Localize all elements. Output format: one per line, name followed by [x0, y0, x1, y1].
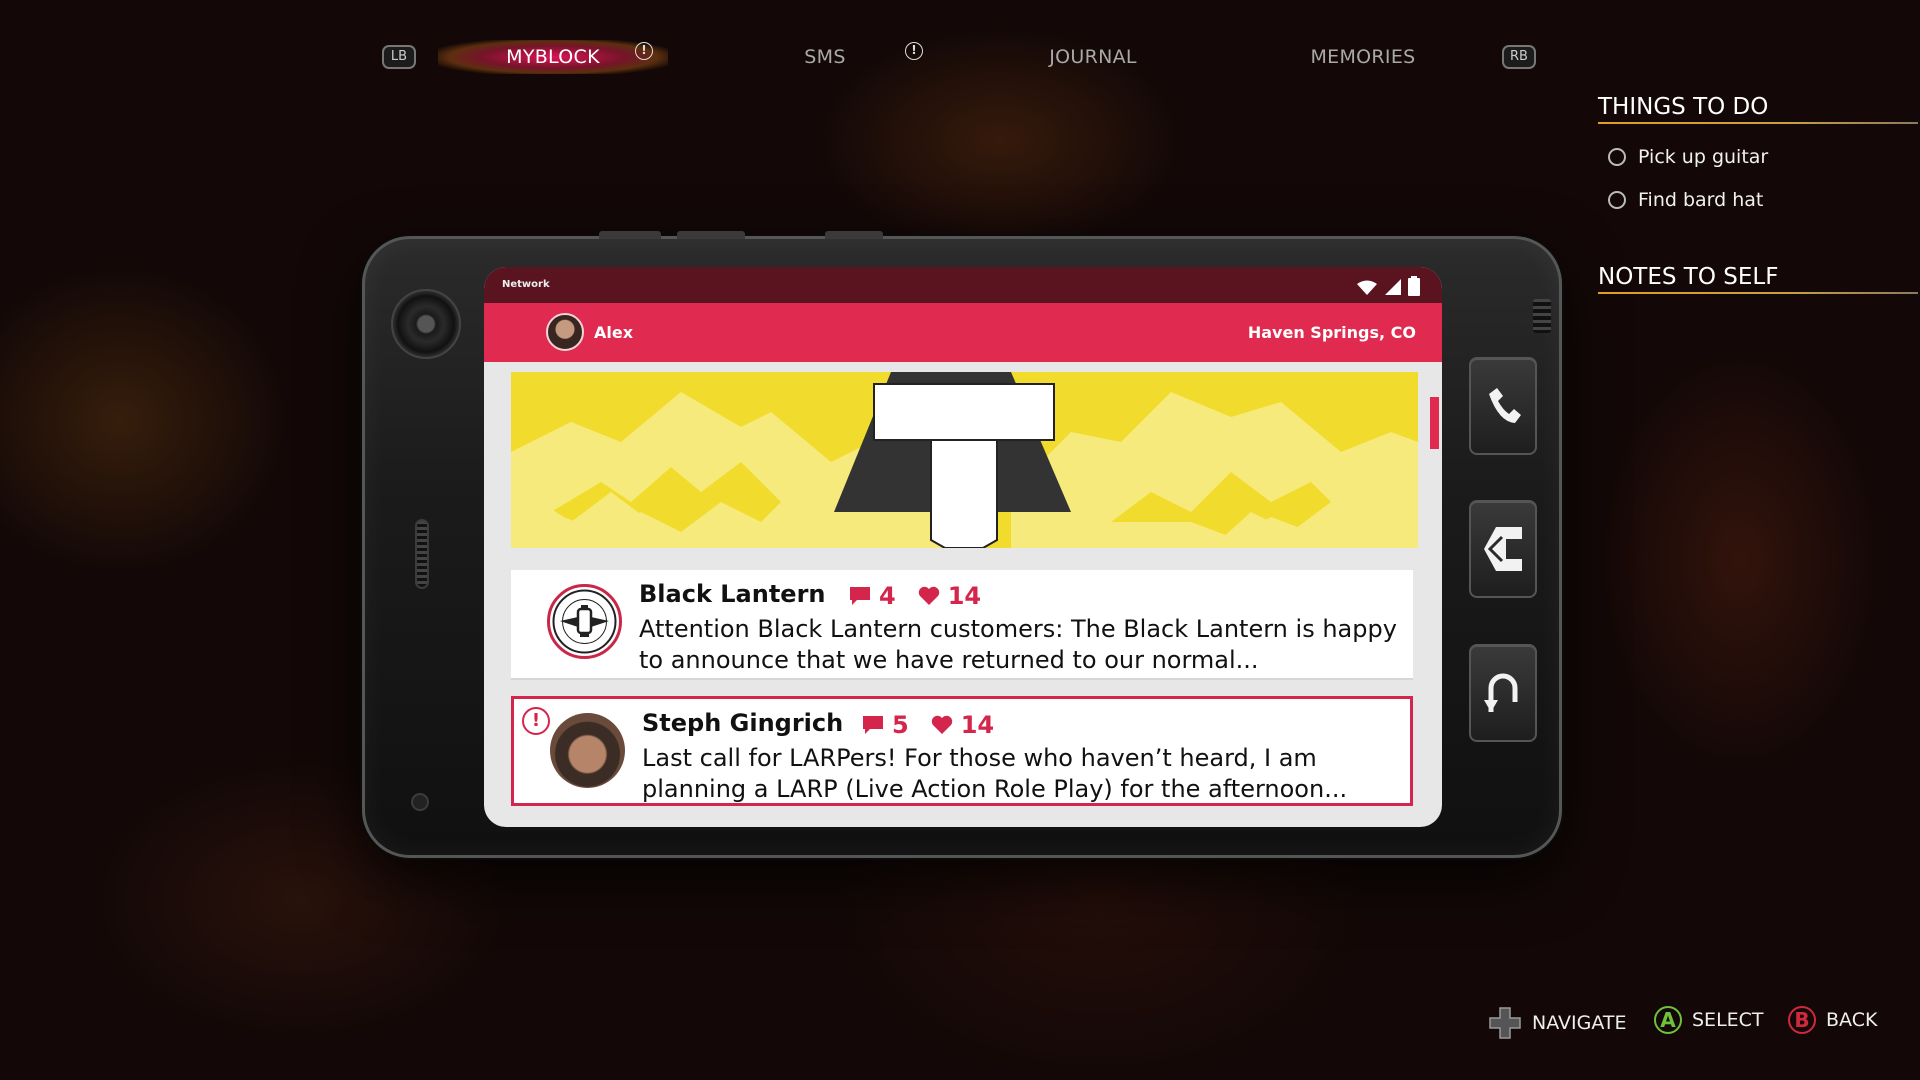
tab-sms-alert-icon: ! [905, 42, 923, 60]
back-label: BACK [1826, 1009, 1878, 1031]
post-stats: 5 14 [862, 711, 994, 739]
heading-underline [1598, 122, 1918, 124]
todo-item: Find bard hat [1608, 189, 1763, 211]
post-stats: 4 14 [849, 582, 981, 610]
u-turn-arrow-icon [1484, 673, 1518, 712]
heading-underline [1598, 292, 1918, 294]
phone-screen: Network Alex Haven Springs, CO Black Lan… [484, 267, 1442, 827]
post-author: Black Lantern [639, 580, 826, 608]
post-text: Attention Black Lantern customers: The B… [639, 615, 1397, 674]
todo-label: Find bard hat [1638, 189, 1764, 211]
comment-count: 5 [892, 711, 909, 739]
call-button[interactable] [1469, 357, 1537, 455]
things-to-do-heading: THINGS TO DO [1598, 94, 1769, 120]
comment-icon [850, 587, 870, 605]
lb-bumper-button[interactable]: LB [382, 45, 416, 69]
battery-icon [1408, 276, 1420, 296]
dpad-icon [1489, 1007, 1521, 1039]
phone-device: Network Alex Haven Springs, CO Black Lan… [362, 231, 1562, 858]
back-hint: B BACK [1788, 1006, 1877, 1034]
tab-myblock[interactable]: MYBLOCK [438, 40, 668, 74]
todo-item: Pick up guitar [1608, 146, 1768, 168]
steph-avatar [550, 713, 625, 788]
speaker-grill [415, 519, 429, 589]
checkbox-circle-icon [1608, 191, 1626, 209]
phone-handset-icon [1489, 388, 1521, 423]
rb-bumper-button[interactable]: RB [1502, 45, 1536, 69]
heart-icon [931, 715, 952, 734]
back-button[interactable] [1469, 644, 1537, 742]
phone-volume-button [677, 231, 745, 239]
heart-icon [918, 586, 939, 605]
camera-lens [391, 289, 461, 359]
b-button-icon: B [1788, 1006, 1816, 1034]
user-avatar[interactable] [546, 313, 584, 351]
navigate-label: NAVIGATE [1532, 1012, 1627, 1034]
post-text: Last call for LARPers! For those who hav… [642, 744, 1348, 803]
select-hint: A SELECT [1654, 1006, 1764, 1034]
scroll-indicator[interactable] [1430, 397, 1439, 449]
navigate-hint: NAVIGATE [1488, 1006, 1626, 1040]
sensor-dot [411, 793, 429, 811]
black-lantern-logo [547, 584, 622, 659]
checkbox-circle-icon [1608, 148, 1626, 166]
select-label: SELECT [1692, 1009, 1764, 1031]
tab-journal[interactable]: JOURNAL [978, 40, 1208, 74]
feed-post-selected[interactable]: ! Steph Gingrich 5 14 Last call for LARP… [511, 696, 1413, 806]
mountain-banner-graphic [511, 372, 1418, 548]
phone-power-button [825, 231, 883, 239]
tab-memories[interactable]: MEMORIES [1248, 40, 1478, 74]
app-header: Alex Haven Springs, CO [484, 303, 1442, 362]
notes-to-self-heading: NOTES TO SELF [1598, 264, 1779, 290]
wifi-icon [1357, 280, 1377, 295]
todo-label: Pick up guitar [1638, 146, 1769, 168]
bracket-logo-icon [1484, 527, 1522, 571]
home-button[interactable] [1469, 500, 1537, 598]
phone-volume-button [599, 231, 661, 239]
myblock-banner [511, 372, 1418, 548]
a-button-icon: A [1654, 1006, 1682, 1034]
tab-myblock-alert-icon: ! [635, 42, 653, 60]
user-name: Alex [594, 323, 634, 342]
network-label: Network [502, 279, 550, 290]
status-bar: Network [484, 267, 1442, 303]
post-author: Steph Gingrich [642, 709, 844, 737]
comment-count: 4 [879, 582, 896, 610]
like-count: 14 [947, 582, 982, 610]
comment-icon [863, 716, 883, 734]
like-count: 14 [960, 711, 995, 739]
side-grill [1533, 299, 1551, 333]
status-icons [1356, 276, 1420, 296]
feed-post[interactable]: Black Lantern 4 14 Attention Black Lante… [511, 570, 1413, 680]
signal-icon [1385, 279, 1401, 295]
location-label: Haven Springs, CO [1247, 323, 1416, 342]
post-alert-icon: ! [522, 707, 550, 735]
